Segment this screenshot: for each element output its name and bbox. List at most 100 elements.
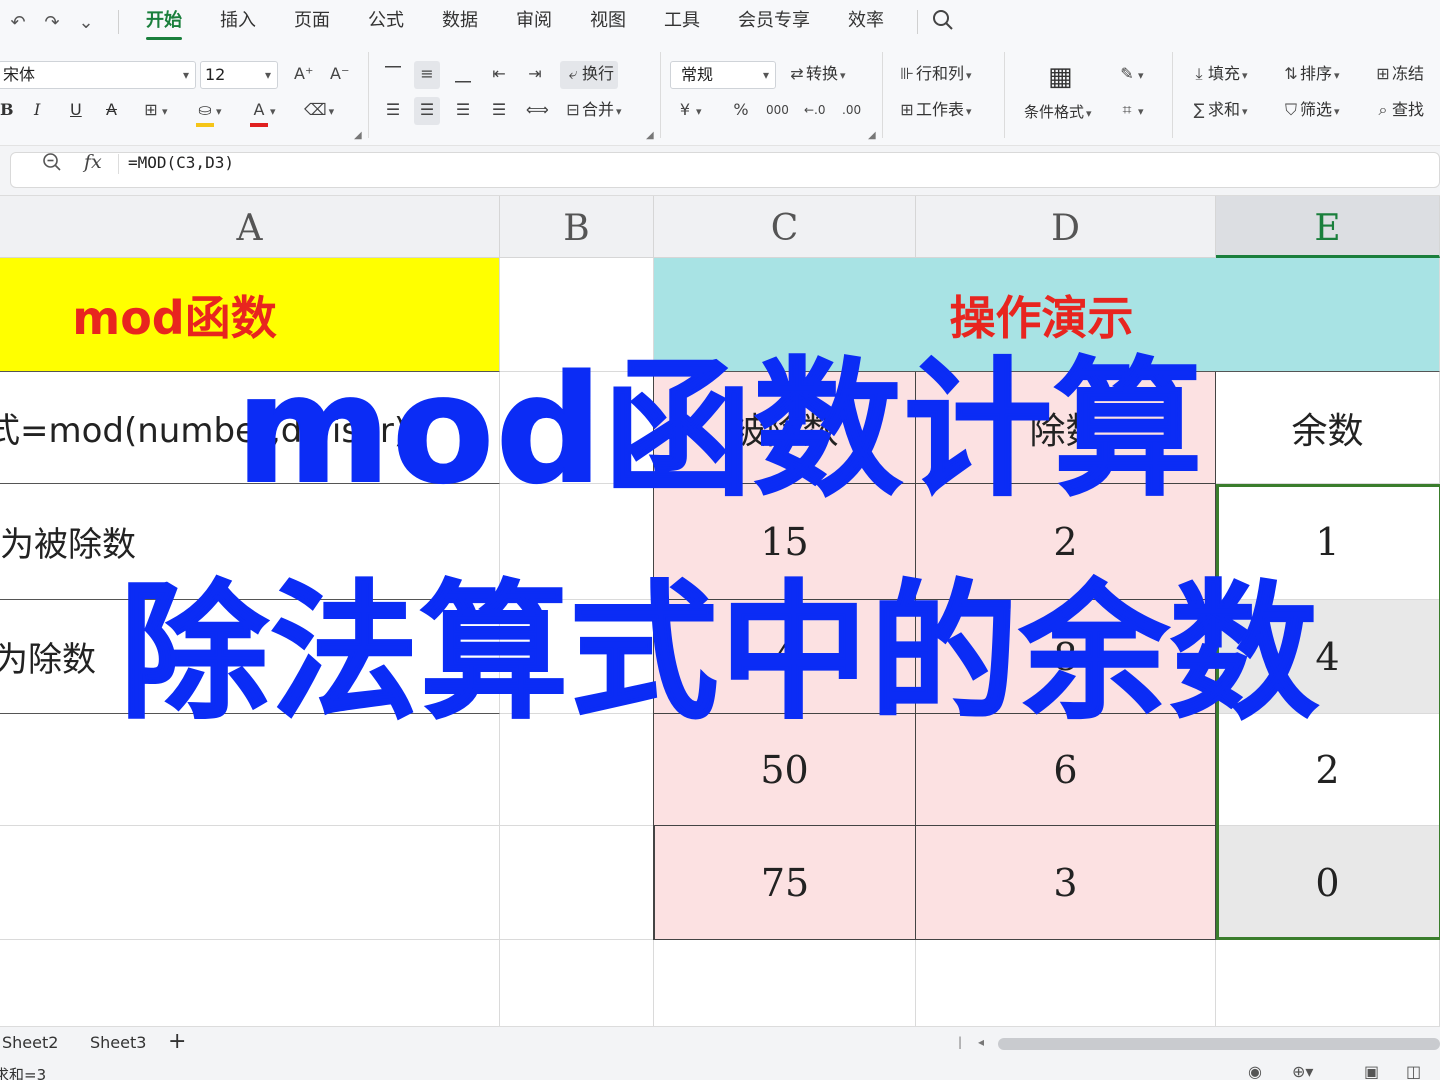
grow-font-button[interactable]: A⁺ [294, 61, 313, 89]
strikethrough-button[interactable]: A [106, 97, 117, 125]
italic-button[interactable]: I [34, 97, 40, 125]
decrease-decimal-button[interactable]: .00 [842, 97, 861, 125]
cell-style-button[interactable]: ⌗ ▾ [1118, 97, 1143, 125]
normal-view-icon[interactable]: ▣ [1364, 1062, 1379, 1080]
column-header-c[interactable]: C [654, 196, 916, 258]
tab-review[interactable]: 审阅 [497, 0, 571, 44]
worksheet-button[interactable]: ⊞ 工作表 ▾ [898, 97, 971, 125]
align-center-button[interactable]: ☰ [414, 97, 440, 125]
cell-e7[interactable] [1216, 940, 1440, 1026]
cell-a7[interactable] [0, 940, 500, 1026]
justify-button[interactable]: ☰ [490, 97, 508, 125]
undo-icon[interactable]: ↶ [8, 12, 28, 33]
align-left-button[interactable]: ☰ [384, 97, 402, 125]
sheet-tab-sheet2[interactable]: Sheet2 [2, 1033, 58, 1052]
ribbon-divider [660, 52, 661, 138]
tab-insert[interactable]: 插入 [201, 0, 275, 44]
tab-page[interactable]: 页面 [275, 0, 349, 44]
overlay-title-line-1: mod函数计算 [235, 344, 1204, 516]
increase-decimal-button[interactable]: ←.0 [804, 97, 826, 125]
page-view-icon[interactable]: ◫ [1406, 1062, 1421, 1080]
fill-color-button[interactable]: ⛀ ▾ [196, 97, 222, 127]
tab-tools[interactable]: 工具 [645, 0, 719, 44]
cell-c6[interactable]: 75 [654, 826, 916, 940]
align-top-icon: ⎺ [384, 64, 401, 83]
layout-icon[interactable]: ⊕▾ [1292, 1062, 1313, 1080]
border-button[interactable]: ⊞ ▾ [142, 97, 167, 125]
currency-button[interactable]: ¥ ▾ [676, 97, 702, 125]
align-bottom-button[interactable]: ⎽ [454, 61, 472, 89]
cell-d7[interactable] [916, 940, 1216, 1026]
tab-home[interactable]: 开始 [127, 0, 201, 44]
tab-data[interactable]: 数据 [423, 0, 497, 44]
column-header-e[interactable]: E [1216, 196, 1440, 258]
menu-divider [118, 10, 119, 34]
align-right-icon: ☰ [455, 100, 471, 119]
chevron-down-icon: ▾ [1242, 69, 1248, 82]
cell-b7[interactable] [500, 940, 654, 1026]
clear-format-button[interactable]: ⌫ ▾ [304, 97, 334, 125]
font-size-select[interactable]: 12 ▾ [200, 61, 278, 89]
column-header-a[interactable]: A [0, 196, 500, 258]
font-color-button[interactable]: A ▾ [250, 97, 276, 127]
align-right-button[interactable]: ☰ [454, 97, 472, 125]
eye-icon[interactable]: ◉ [1248, 1062, 1262, 1080]
filter-button[interactable]: ⛉ 筛选 ▾ [1282, 97, 1340, 125]
cell-c7[interactable] [654, 940, 916, 1026]
sort-button[interactable]: ⇅ 排序 ▾ [1282, 61, 1340, 89]
find-button[interactable]: ⌕ 查找 [1374, 97, 1425, 125]
shrink-font-button[interactable]: A⁻ [330, 61, 349, 89]
distribute-button[interactable]: ⟺ [526, 97, 549, 125]
align-top-button[interactable]: ⎺ [384, 61, 402, 89]
cell-d6[interactable]: 3 [916, 826, 1216, 940]
convert-button[interactable]: ⇄ 转换 ▾ [788, 61, 845, 89]
thousands-button[interactable]: 000 [766, 97, 789, 125]
sum-label: 求和 [1208, 100, 1241, 119]
tab-efficiency[interactable]: 效率 [829, 0, 903, 44]
cell-e6[interactable]: 0 [1216, 826, 1440, 940]
wrap-text-button[interactable]: ⤶ 换行 [560, 61, 619, 89]
tab-member[interactable]: 会员专享 [719, 0, 829, 44]
percent-button[interactable]: % [732, 97, 750, 125]
redo-icon[interactable]: ↷ [42, 12, 62, 33]
search-icon[interactable] [926, 9, 960, 36]
tab-formula[interactable]: 公式 [349, 0, 423, 44]
merge-button[interactable]: ⊟ 合并 ▾ [564, 97, 621, 125]
column-header-d[interactable]: D [916, 196, 1216, 258]
status-sum[interactable]: 求和=3 [0, 1064, 46, 1080]
number-format-select[interactable]: 常规 ▾ [670, 61, 776, 89]
cell-a6[interactable] [0, 826, 500, 940]
font-name-select[interactable]: 宋体 ▾ [0, 61, 196, 89]
rows-columns-button[interactable]: ⊪ 行和列 ▾ [898, 61, 972, 89]
align-middle-button[interactable]: ≡ [414, 61, 440, 89]
sum-button[interactable]: ∑ 求和 ▾ [1190, 97, 1248, 125]
chevron-down-icon: ▾ [328, 105, 335, 118]
increase-indent-button[interactable]: ⇥ [526, 61, 544, 89]
column-header-b[interactable]: B [500, 196, 654, 258]
conditional-format-icon[interactable]: ▦ [1048, 60, 1073, 94]
underline-button[interactable]: U [70, 97, 82, 125]
insert-function-icon[interactable]: fx [84, 151, 102, 173]
sheet-tab-sheet3[interactable]: Sheet3 [90, 1033, 146, 1052]
format-painter-button[interactable]: ✎ ▾ [1118, 61, 1143, 89]
chevron-down-icon: ▾ [696, 105, 702, 118]
add-sheet-icon[interactable]: + [168, 1029, 186, 1054]
bold-button[interactable]: B [0, 97, 14, 125]
font-dialog-launcher-icon[interactable]: ◢ [354, 130, 362, 141]
decrease-indent-button[interactable]: ⇤ [490, 61, 508, 89]
number-dialog-launcher-icon[interactable]: ◢ [868, 130, 876, 141]
tab-view[interactable]: 视图 [571, 0, 645, 44]
conditional-format-button[interactable]: 条件格式 ▾ [1024, 99, 1092, 127]
cell-b6[interactable] [500, 826, 654, 940]
formula-input[interactable]: =MOD(C3,D3) [128, 153, 234, 172]
alignment-dialog-launcher-icon[interactable]: ◢ [646, 130, 654, 141]
font-color-icon: A [250, 97, 268, 127]
horizontal-scrollbar[interactable] [998, 1038, 1440, 1050]
fill-button[interactable]: ⤓ 填充 ▾ [1190, 61, 1248, 89]
font-size-value: 12 [205, 65, 226, 84]
quick-access-more-icon[interactable]: ⌄ [76, 12, 96, 33]
chevron-down-icon: ▾ [1334, 69, 1340, 82]
freeze-button[interactable]: ⊞ 冻结 [1374, 61, 1424, 89]
scroll-left-icon[interactable]: ◂ [978, 1035, 984, 1049]
zoom-icon[interactable] [42, 152, 62, 177]
